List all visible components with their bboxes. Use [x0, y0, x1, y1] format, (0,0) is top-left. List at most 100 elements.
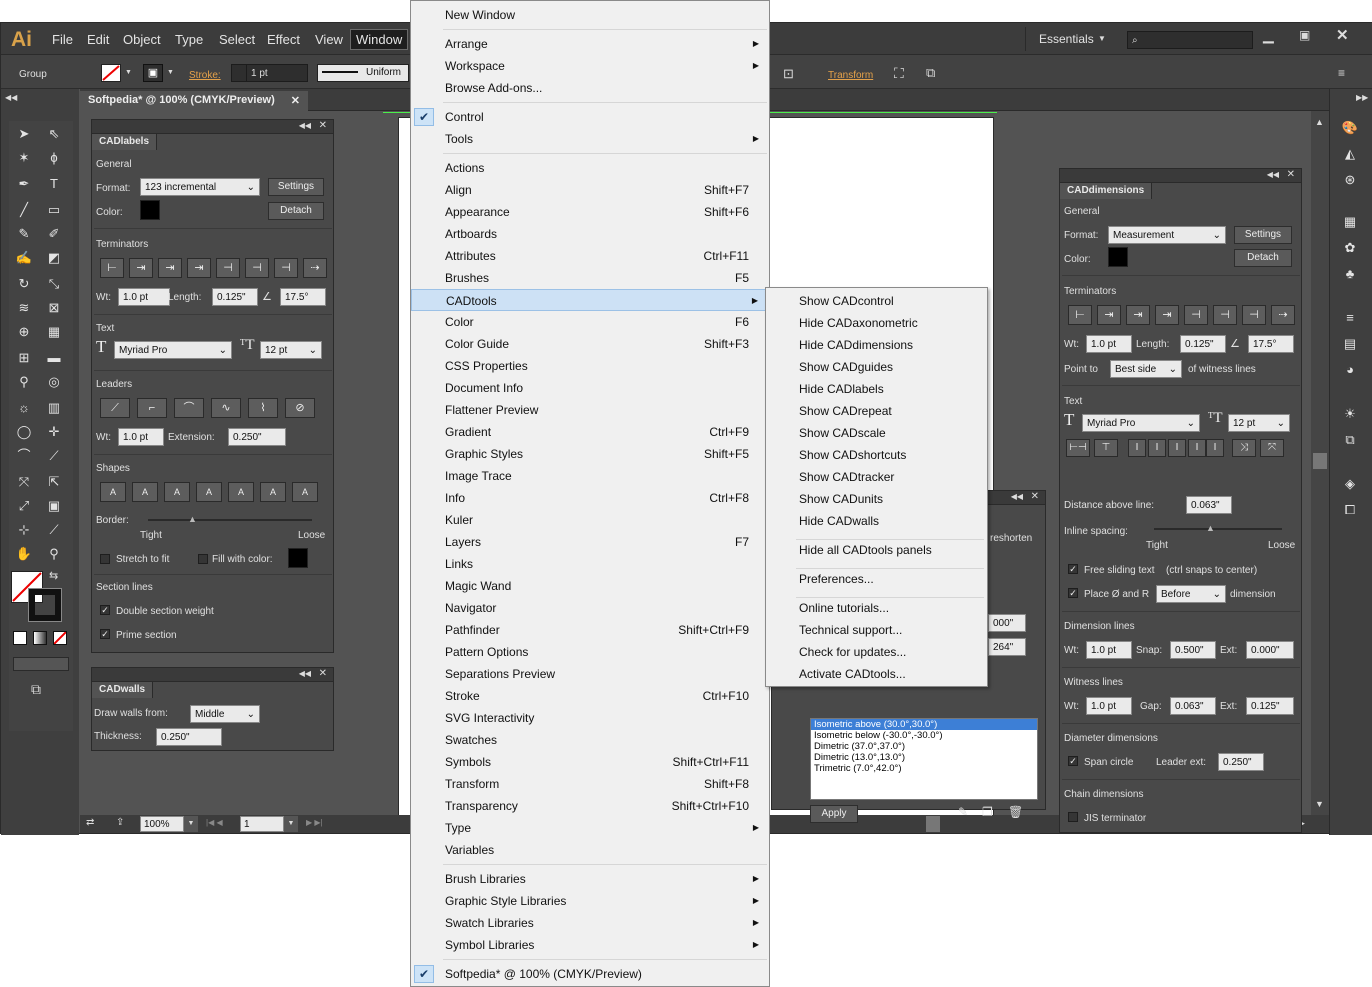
gradient-icon[interactable]: ▤	[1339, 333, 1361, 355]
window-menu-item-info[interactable]: Info Ctrl+F8	[411, 487, 769, 509]
distance-input[interactable]: 0.063"	[1186, 496, 1232, 514]
projection-list[interactable]: Isometric above (30.0°,30.0°) Isometric …	[810, 718, 1038, 800]
cadtools-menu-item-show-cadguides[interactable]: Show CADguides	[766, 356, 987, 378]
window-menu-item-transparency[interactable]: Transparency Shift+Ctrl+F10	[411, 795, 769, 817]
close-icon[interactable]: ✕	[1031, 491, 1039, 502]
cadtools-menu-item-preferences[interactable]: Preferences...	[766, 568, 987, 590]
fill-color-swatch[interactable]	[288, 548, 308, 568]
none-mode-icon[interactable]	[53, 631, 67, 645]
close-icon[interactable]: ✕	[1336, 26, 1349, 44]
color-guide-icon[interactable]: ◭	[1339, 143, 1361, 165]
cadtools-menu-item-show-cadcontrol[interactable]: Show CADcontrol	[766, 290, 987, 312]
stroke-icon[interactable]: ≡	[1339, 307, 1361, 329]
draw-from-select[interactable]: Middle ⌄	[190, 705, 260, 723]
paintbrush-tool-icon[interactable]: ✎	[13, 223, 35, 245]
screen-mode-icon[interactable]: ⧉	[31, 681, 41, 698]
leader-option[interactable]: ⌒	[174, 398, 204, 418]
slider-thumb[interactable]: ▲	[188, 514, 197, 524]
window-menu-item-type[interactable]: Type ▶	[411, 817, 769, 839]
tab-document[interactable]: Softpedia* @ 100% (CMYK/Preview) ✕	[80, 91, 308, 111]
eraser-tool-icon[interactable]: ◩	[43, 247, 65, 269]
window-menu-item-appearance[interactable]: Appearance Shift+F6	[411, 201, 769, 223]
shape-square[interactable]: A	[132, 482, 158, 502]
cadtools-menu-item-show-cadunits[interactable]: Show CADunits	[766, 488, 987, 510]
align-option[interactable]: I	[1148, 439, 1166, 457]
stroke-weight-input[interactable]: 1 pt	[246, 64, 308, 82]
align-option[interactable]: ⤨	[1232, 439, 1256, 457]
angle-input[interactable]: 17.5°	[280, 288, 326, 306]
window-menu-item-new-window[interactable]: New Window	[411, 4, 769, 26]
shape-rounded[interactable]: A	[164, 482, 190, 502]
window-menu-item-document-info[interactable]: Document Info	[411, 377, 769, 399]
align-option[interactable]: I	[1188, 439, 1206, 457]
free-transform-tool-icon[interactable]: ⊠	[43, 297, 65, 319]
brushes-icon[interactable]: ✿	[1339, 237, 1361, 259]
workspace-switcher[interactable]: Essentials	[1039, 32, 1094, 46]
window-menu-item-brushes[interactable]: Brushes F5	[411, 267, 769, 289]
fill-checkbox[interactable]	[198, 554, 208, 564]
window-menu-item-flattener-preview[interactable]: Flattener Preview	[411, 399, 769, 421]
terminator-option[interactable]: ⊢	[100, 258, 124, 278]
witness-ext-input[interactable]: 0.125"	[1246, 697, 1294, 715]
draw-mode-icon[interactable]	[13, 657, 69, 671]
weight-input[interactable]: 1.0 pt	[1086, 335, 1132, 353]
terminator-option[interactable]: ⊣	[245, 258, 269, 278]
cad-tool-icon[interactable]: ⌒	[13, 445, 35, 467]
terminator-option[interactable]: ⊣	[1213, 305, 1237, 325]
type-tool-icon[interactable]: T	[43, 173, 65, 195]
panel-menu-icon[interactable]: ≡	[1338, 66, 1345, 80]
window-menu-item-css-properties[interactable]: CSS Properties	[411, 355, 769, 377]
window-menu-item-cadtools[interactable]: CADtools ▶	[411, 289, 769, 311]
window-menu-item-actions[interactable]: Actions	[411, 157, 769, 179]
shape-hexagon[interactable]: A	[260, 482, 286, 502]
align-option[interactable]: I	[1168, 439, 1186, 457]
chevron-down-icon[interactable]: ▼	[167, 69, 174, 76]
window-menu-item-attributes[interactable]: Attributes Ctrl+F11	[411, 245, 769, 267]
panel-tab[interactable]: CADwalls	[92, 682, 154, 698]
transparency-icon[interactable]: ◕	[1339, 359, 1361, 381]
close-icon[interactable]: ✕	[291, 94, 300, 107]
new-icon[interactable]: ❐	[982, 805, 993, 819]
slider-thumb[interactable]: ▲	[1206, 523, 1215, 533]
window-menu-item-layers[interactable]: Layers F7	[411, 531, 769, 553]
cad-tool-icon[interactable]: ✛	[43, 421, 65, 443]
stroke-swatch[interactable]: ▣	[143, 64, 163, 82]
settings-button[interactable]: Settings	[268, 178, 324, 196]
chevron-down-icon[interactable]: ▼	[284, 816, 298, 832]
transform-link[interactable]: Transform	[828, 70, 873, 81]
terminator-option[interactable]: ⇥	[1155, 305, 1179, 325]
blob-brush-tool-icon[interactable]: ✍	[13, 247, 35, 269]
align-option[interactable]: I	[1206, 439, 1224, 457]
list-item[interactable]: Dimetric (37.0°,37.0°)	[811, 741, 1037, 752]
terminator-option[interactable]: ⊣	[1184, 305, 1208, 325]
length-input[interactable]: 0.125"	[212, 288, 258, 306]
angle-input[interactable]: 17.5°	[1248, 335, 1294, 353]
cadtools-menu-item-hide-cadwalls[interactable]: Hide CADwalls	[766, 510, 987, 532]
minimize-icon[interactable]: ▁	[1263, 27, 1274, 44]
detach-button[interactable]: Detach	[1234, 249, 1292, 267]
edit-icon[interactable]: ✎	[958, 805, 968, 819]
next-artboard-icon[interactable]: ▶ ▶|	[306, 818, 323, 827]
menu-select[interactable]: Select	[219, 32, 255, 47]
cad-tool-icon[interactable]: ⤧	[13, 471, 35, 493]
window-menu-item-tools[interactable]: Tools ▶	[411, 128, 769, 150]
terminator-option[interactable]: ⇥	[187, 258, 211, 278]
appearance-icon[interactable]: ☀	[1339, 403, 1361, 425]
artboard-nav-icon[interactable]: ⇄	[86, 817, 94, 828]
extension-input[interactable]: 0.250"	[228, 428, 286, 446]
collapse-icon[interactable]: ◀◀	[1011, 492, 1023, 501]
window-menu-item-swatch-libraries[interactable]: Swatch Libraries ▶	[411, 912, 769, 934]
format-select[interactable]: 123 incremental ⌄	[140, 178, 260, 196]
isolate-icon[interactable]: ⛶	[894, 65, 904, 82]
swap-icon[interactable]: ⇆	[49, 569, 58, 582]
window-menu-item-graphic-style-libraries[interactable]: Graphic Style Libraries ▶	[411, 890, 769, 912]
cadtools-menu-item-check-for-updates[interactable]: Check for updates...	[766, 641, 987, 663]
window-menu-item-separations-preview[interactable]: Separations Preview	[411, 663, 769, 685]
window-menu-item-workspace[interactable]: Workspace ▶	[411, 55, 769, 77]
cad-tool-icon[interactable]: ▣	[43, 495, 65, 517]
terminator-option[interactable]: ⊣	[216, 258, 240, 278]
settings-button[interactable]: Settings	[1234, 226, 1292, 244]
close-icon[interactable]: ✕	[1287, 169, 1295, 180]
color-swatch[interactable]	[1108, 247, 1128, 267]
leader-option[interactable]: ⌐	[137, 398, 167, 418]
